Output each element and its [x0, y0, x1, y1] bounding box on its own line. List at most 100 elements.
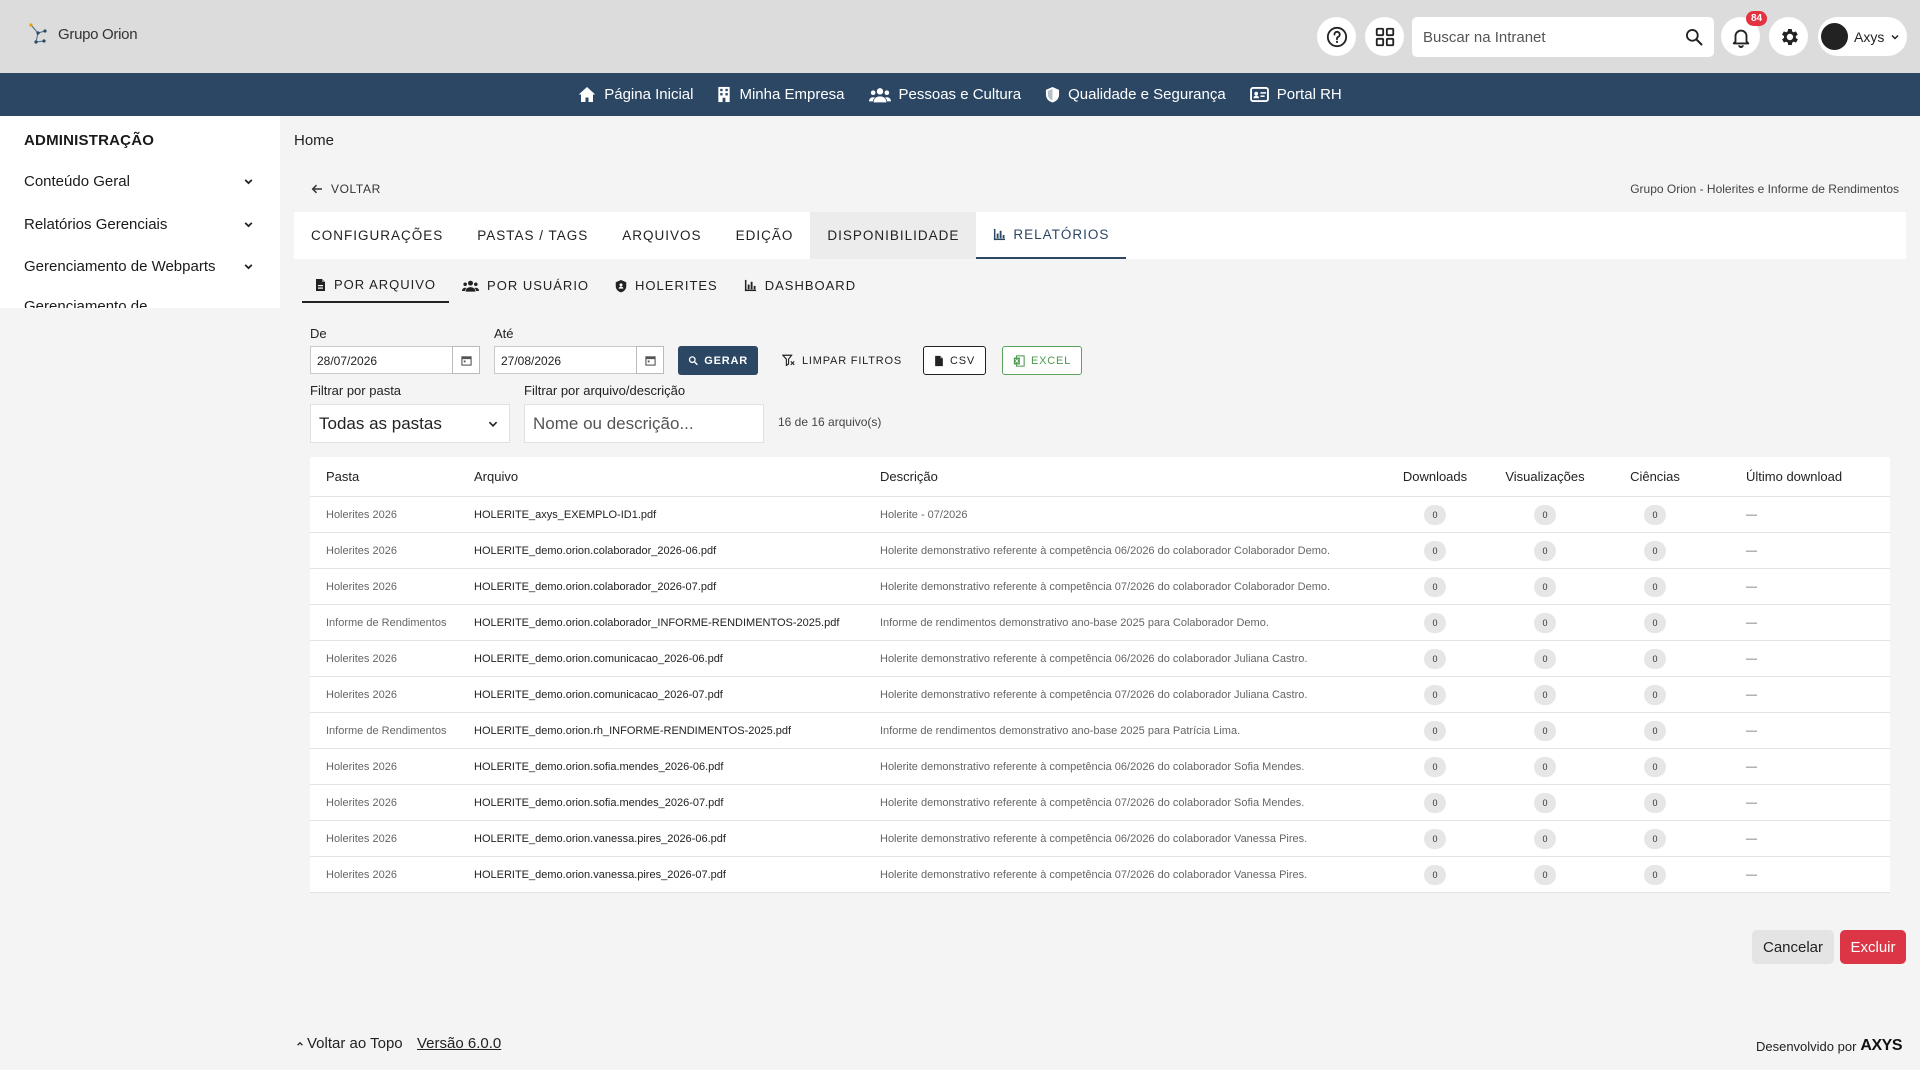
main-nav: Página Inicial Minha Empresa Pessoas e C… [0, 73, 1920, 116]
to-date-input[interactable]: 27/08/2026 [494, 346, 636, 374]
tab-files[interactable]: ARQUIVOS [605, 212, 718, 259]
cell-folder: Holerites 2026 [326, 544, 397, 557]
cell-acknowledgements: 0 [1600, 684, 1710, 705]
table-row: Holerites 2026 HOLERITE_axys_EXEMPLO-ID1.… [310, 497, 1890, 533]
cell-acknowledgements-pill: 0 [1644, 540, 1666, 561]
building-icon [718, 86, 731, 103]
column-header-description[interactable]: Descrição [880, 469, 1380, 484]
column-header-folder[interactable]: Pasta [310, 469, 474, 484]
help-button[interactable] [1317, 17, 1356, 56]
sidebar-item-management[interactable]: Gerenciamento de [24, 298, 254, 308]
apps-button[interactable] [1365, 17, 1404, 56]
nav-label: Minha Empresa [739, 86, 845, 103]
cell-views-pill: 0 [1534, 648, 1556, 669]
subtab-label: DASHBOARD [764, 278, 857, 293]
chevron-down-icon [244, 264, 253, 270]
breadcrumb[interactable]: Home [294, 132, 334, 149]
cell-last-download: — [1746, 832, 1757, 845]
cell-last-download: — [1746, 652, 1757, 665]
cell-file: HOLERITE_demo.orion.colaborador_INFORME-… [474, 616, 840, 629]
nav-quality-safety[interactable]: Qualidade e Segurança [1045, 86, 1226, 103]
avatar [1821, 23, 1848, 50]
sidebar-item-webparts[interactable]: Gerenciamento de Webparts [24, 258, 254, 275]
bell-icon [1732, 29, 1749, 48]
admin-sidebar: ADMINISTRAÇÃO Conteúdo Geral Relatórios … [0, 116, 280, 308]
column-header-last-download[interactable]: Último download [1710, 469, 1890, 484]
file-filter-field [524, 404, 764, 443]
apps-grid-icon [1375, 27, 1394, 46]
generate-button[interactable]: GERAR [678, 346, 758, 375]
export-excel-button[interactable]: EXCEL [1002, 346, 1083, 375]
cell-last-download: — [1746, 796, 1757, 809]
intranet-search [1412, 17, 1714, 57]
subtab-payslips[interactable]: HOLERITES [602, 268, 731, 303]
back-button[interactable]: VOLTAR [311, 182, 381, 196]
cell-description: Holerite demonstrativo referente à compe… [880, 760, 1305, 773]
cell-last-download: — [1746, 724, 1757, 737]
version-link[interactable]: Versão 6.0.0 [417, 1035, 501, 1052]
subtab-by-file[interactable]: POR ARQUIVO [302, 268, 450, 303]
sidebar-item-general-content[interactable]: Conteúdo Geral [24, 173, 254, 190]
subtab-label: HOLERITES [635, 278, 718, 293]
nav-home[interactable]: Página Inicial [578, 86, 693, 103]
tab-label: RELATÓRIOS [1013, 227, 1110, 242]
column-header-acknowledgements[interactable]: Ciências [1600, 469, 1710, 484]
nav-portal-rh[interactable]: Portal RH [1249, 86, 1342, 103]
column-header-file[interactable]: Arquivo [474, 469, 880, 484]
search-input[interactable] [1423, 28, 1684, 46]
chevron-down-icon [244, 222, 253, 228]
settings-button[interactable] [1769, 17, 1808, 56]
cell-downloads: 0 [1380, 756, 1490, 777]
export-csv-button[interactable]: CSV [923, 346, 987, 375]
tab-folders-tags[interactable]: PASTAS / TAGS [460, 212, 605, 259]
to-date-picker-button[interactable] [636, 346, 664, 374]
developed-by-label: Desenvolvido por [1755, 1038, 1857, 1054]
cell-acknowledgements-pill: 0 [1644, 504, 1666, 525]
from-date-input[interactable]: 28/07/2026 [310, 346, 452, 374]
tab-edit[interactable]: EDIÇÃO [719, 212, 811, 259]
constellation-logo-icon [29, 23, 47, 44]
chevron-down-icon [1891, 34, 1899, 40]
user-menu[interactable]: Axys [1818, 17, 1907, 56]
column-header-views[interactable]: Visualizações [1490, 469, 1600, 484]
cell-downloads-pill: 0 [1424, 648, 1446, 669]
search-icon[interactable] [1684, 27, 1704, 47]
cancel-button[interactable]: Cancelar [1752, 930, 1834, 964]
cell-acknowledgements: 0 [1600, 720, 1710, 741]
file-filter-label: Filtrar por arquivo/descrição [524, 383, 686, 398]
cell-file: HOLERITE_demo.orion.vanessa.pires_2026-0… [474, 832, 726, 845]
cell-description: Holerite demonstrativo referente à compe… [880, 652, 1308, 665]
delete-button[interactable]: Excluir [1840, 930, 1906, 964]
folder-filter-select[interactable]: Todas as pastas [310, 404, 510, 443]
back-to-top-link[interactable]: Voltar ao Topo [296, 1035, 403, 1052]
sidebar-item-label: Gerenciamento de Webparts [24, 258, 216, 275]
cell-folder: Holerites 2026 [326, 688, 397, 701]
subtab-by-user[interactable]: POR USUÁRIO [449, 268, 602, 303]
tab-availability[interactable]: DISPONIBILIDADE [810, 212, 977, 259]
cell-views-pill: 0 [1534, 684, 1556, 705]
from-date-picker-button[interactable] [452, 346, 480, 374]
clear-filters-button[interactable]: LIMPAR FILTROS [772, 346, 912, 375]
tab-settings[interactable]: CONFIGURAÇÕES [294, 212, 460, 259]
cell-downloads-pill: 0 [1424, 684, 1446, 705]
nav-company[interactable]: Minha Empresa [717, 86, 845, 103]
file-filter-input[interactable] [533, 405, 755, 442]
subtab-label: POR ARQUIVO [334, 277, 437, 292]
cell-acknowledgements: 0 [1600, 540, 1710, 561]
nav-people[interactable]: Pessoas e Cultura [868, 86, 1021, 103]
cell-views-pill: 0 [1534, 612, 1556, 633]
cell-views: 0 [1490, 828, 1600, 849]
cell-acknowledgements: 0 [1600, 612, 1710, 633]
report-subtabs: POR ARQUIVO POR USUÁRIO HOLERITES DASHBO… [302, 268, 869, 303]
people-icon [462, 280, 480, 292]
sidebar-item-management-reports[interactable]: Relatórios Gerenciais [24, 216, 254, 233]
table-row: Informe de Rendimentos HOLERITE_demo.orio… [310, 713, 1890, 749]
subtab-dashboard[interactable]: DASHBOARD [731, 268, 869, 303]
developer-brand[interactable]: AXYS [1860, 1037, 1902, 1055]
cell-folder: Holerites 2026 [326, 652, 397, 665]
tab-reports[interactable]: RELATÓRIOS [976, 212, 1127, 259]
company-logo[interactable]: Grupo Orion [28, 22, 138, 46]
column-header-downloads[interactable]: Downloads [1380, 469, 1490, 484]
bar-chart-icon [994, 228, 1006, 241]
cell-downloads: 0 [1380, 612, 1490, 633]
